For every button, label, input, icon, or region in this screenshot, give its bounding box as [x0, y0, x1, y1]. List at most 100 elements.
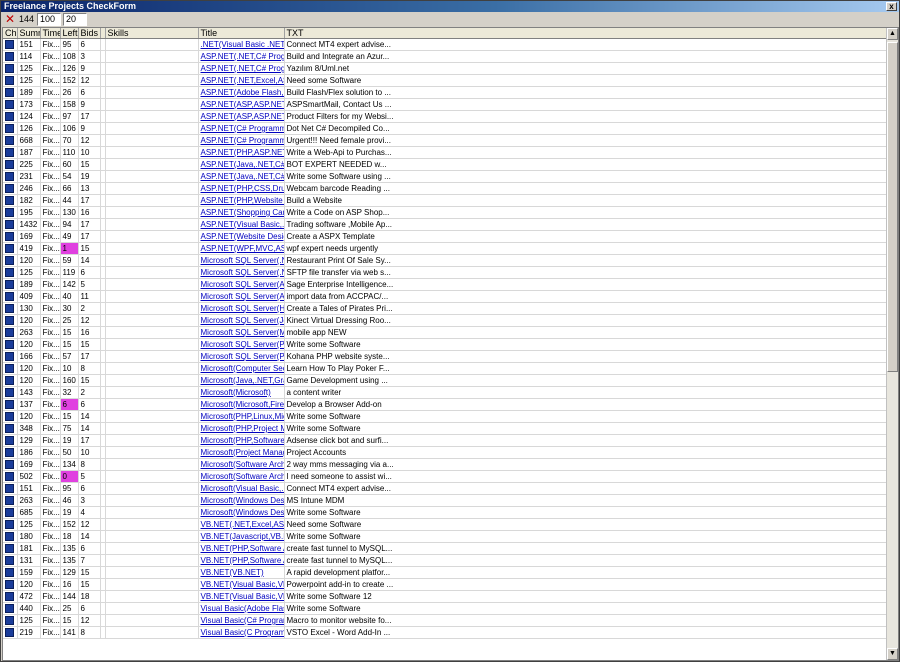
row-checkbox-cell[interactable]: [3, 314, 18, 327]
row-checkbox[interactable]: [5, 508, 14, 518]
title-cell[interactable]: Microsoft(Windows Desktop,S...: [198, 506, 285, 519]
table-row[interactable]: 182Fix...4417 ASP.NET(PHP,Website Desig..…: [3, 194, 888, 207]
row-checkbox-cell[interactable]: [3, 290, 18, 303]
row-checkbox[interactable]: [5, 544, 14, 554]
title-cell[interactable]: ASP.NET(Java,.NET,C# Progr...: [198, 158, 285, 171]
title-cell[interactable]: Microsoft SQL Server(Accounti...: [198, 290, 285, 303]
row-checkbox[interactable]: [5, 484, 14, 494]
title-cell[interactable]: ASP.NET(Website Design,Gra...: [198, 230, 285, 243]
row-checkbox[interactable]: [5, 556, 14, 566]
table-row[interactable]: 231Fix...5419 ASP.NET(Java,.NET,C# Progr.…: [3, 170, 888, 183]
title-cell[interactable]: VB.NET(PHP,Software Archite...: [198, 542, 285, 555]
table-row[interactable]: 409Fix...4011 Microsoft SQL Server(Accoun…: [3, 290, 888, 303]
table-row[interactable]: 120Fix...5914 Microsoft SQL Server(.NET,C…: [3, 254, 888, 267]
row-checkbox[interactable]: [5, 292, 14, 302]
row-checkbox-cell[interactable]: [3, 242, 18, 255]
row-checkbox[interactable]: [5, 232, 14, 242]
table-row[interactable]: 169Fix...4917 ASP.NET(Website Design,Gra.…: [3, 230, 888, 243]
table-row[interactable]: 169Fix...1348 Microsoft(Software Architec…: [3, 458, 888, 471]
row-checkbox-cell[interactable]: [3, 218, 18, 231]
column-header-summ[interactable]: Summ: [17, 28, 41, 39]
row-checkbox-cell[interactable]: [3, 446, 18, 459]
row-checkbox[interactable]: [5, 196, 14, 206]
column-header-txt[interactable]: TXT: [284, 28, 888, 39]
row-checkbox-cell[interactable]: [3, 362, 18, 375]
row-checkbox[interactable]: [5, 472, 14, 482]
table-row[interactable]: 120Fix...16015 Microsoft(Java,.NET,Graphi…: [3, 374, 888, 387]
row-checkbox[interactable]: [5, 580, 14, 590]
row-checkbox-cell[interactable]: [3, 278, 18, 291]
table-row[interactable]: 126Fix...1069 ASP.NET(C# Programming,AS..…: [3, 122, 888, 135]
title-cell[interactable]: Microsoft(Java,.NET,Graphic D...: [198, 374, 285, 387]
title-cell[interactable]: Microsoft(PHP,Linux,Microsoft...: [198, 410, 285, 423]
row-checkbox[interactable]: [5, 328, 14, 338]
title-cell[interactable]: Microsoft(Computer Security,Te...: [198, 362, 285, 375]
table-row[interactable]: 120Fix...108 Microsoft(Computer Security,…: [3, 362, 888, 375]
row-checkbox-cell[interactable]: [3, 470, 18, 483]
row-checkbox[interactable]: [5, 340, 14, 350]
row-checkbox[interactable]: [5, 268, 14, 278]
title-cell[interactable]: Microsoft SQL Server(Mobile P...: [198, 326, 285, 339]
title-cell[interactable]: Microsoft SQL Server(.NET,C#...: [198, 254, 285, 267]
table-row[interactable]: 159 Fix... 129 15 VB.NET(VB.NET) A rapid deve…: [3, 566, 888, 579]
close-button[interactable]: x: [886, 2, 897, 11]
row-checkbox-cell[interactable]: [3, 554, 18, 567]
table-row[interactable]: 125Fix...15212 VB.NET(.NET,Excel,ASP.NET,…: [3, 518, 888, 531]
table-row[interactable]: 131Fix...1357 VB.NET(PHP,Software Archite…: [3, 554, 888, 567]
row-checkbox[interactable]: [5, 76, 14, 86]
row-checkbox-cell[interactable]: [3, 614, 18, 627]
table-row[interactable]: 151Fix...956 Microsoft(Visual Basic,.NET,…: [3, 482, 888, 495]
row-checkbox[interactable]: [5, 400, 14, 410]
row-checkbox[interactable]: [5, 460, 14, 470]
title-cell[interactable]: VB.NET(PHP,Software Archite...: [198, 554, 285, 567]
title-cell[interactable]: Microsoft(Microsoft): [198, 386, 285, 399]
row-checkbox-cell[interactable]: [3, 626, 18, 639]
row-checkbox-cell[interactable]: [3, 326, 18, 339]
table-row[interactable]: 114Fix...1083 ASP.NET(.NET,C# Programming…: [3, 50, 888, 63]
title-cell[interactable]: Microsoft SQL Server(Accounti...: [198, 278, 285, 291]
row-checkbox[interactable]: [5, 40, 14, 50]
table-row[interactable]: 1432Fix...9417 ASP.NET(Visual Basic,.NET,…: [3, 218, 888, 231]
table-row[interactable]: 181Fix...1356 VB.NET(PHP,Software Archite…: [3, 542, 888, 555]
title-cell[interactable]: VB.NET(VB.NET): [198, 566, 285, 579]
table-row[interactable]: 130Fix...302 Microsoft SQL Server(HTML,W.…: [3, 302, 888, 315]
title-cell[interactable]: VB.NET(Visual Basic,VB.NET): [198, 590, 285, 603]
title-cell[interactable]: Microsoft SQL Server(.NET,Sof...: [198, 266, 285, 279]
table-row[interactable]: 125Fix...1512 Visual Basic(C# Programming…: [3, 614, 888, 627]
table-row[interactable]: 125Fix...15212 ASP.NET(.NET,Excel,ASP.NE.…: [3, 74, 888, 87]
row-checkbox-cell[interactable]: [3, 458, 18, 471]
table-row[interactable]: 219Fix...1418 Visual Basic(C Programming,…: [3, 626, 888, 639]
row-checkbox-cell[interactable]: [3, 494, 18, 507]
title-cell[interactable]: .NET(Visual Basic .NET,SQL,S...: [198, 38, 285, 51]
row-checkbox-cell[interactable]: [3, 62, 18, 75]
row-checkbox-cell[interactable]: [3, 386, 18, 399]
title-cell[interactable]: Microsoft(PHP,Software Archit...: [198, 434, 285, 447]
title-cell[interactable]: ASP.NET(Shopping Carts,Soft...: [198, 206, 285, 219]
row-checkbox-cell[interactable]: [3, 50, 18, 63]
table-row[interactable]: 189Fix...1425 Microsoft SQL Server(Accoun…: [3, 278, 888, 291]
title-cell[interactable]: Microsoft(Visual Basic,.NET,S...: [198, 482, 285, 495]
title-cell[interactable]: Microsoft(Project Management...: [198, 446, 285, 459]
row-checkbox[interactable]: [5, 100, 14, 110]
title-cell[interactable]: ASP.NET(ASP,ASP.NET,Java...: [198, 98, 285, 111]
table-row[interactable]: 173Fix...1589 ASP.NET(ASP,ASP.NET,Java...…: [3, 98, 888, 111]
row-checkbox-cell[interactable]: [3, 530, 18, 543]
title-cell[interactable]: ASP.NET(.NET,C# Programming,...: [198, 62, 285, 75]
title-cell[interactable]: ASP.NET(.NET,Excel,ASP.NE...: [198, 74, 285, 87]
title-cell[interactable]: ASP.NET(PHP,Website Desig...: [198, 194, 285, 207]
row-checkbox[interactable]: [5, 628, 14, 638]
row-checkbox[interactable]: [5, 424, 14, 434]
limit-input[interactable]: 20: [63, 13, 87, 26]
table-row[interactable]: 120Fix...2512 Microsoft SQL Server(Joomla…: [3, 314, 888, 327]
title-cell[interactable]: ASP.NET(PHP,CSS,Drupal,HT...: [198, 182, 285, 195]
row-checkbox-cell[interactable]: [3, 350, 18, 363]
row-checkbox-cell[interactable]: [3, 410, 18, 423]
row-checkbox-cell[interactable]: [3, 134, 18, 147]
title-cell[interactable]: Visual Basic(Adobe Flash,Visua...: [198, 602, 285, 615]
table-row[interactable]: 348Fix...7514 Microsoft(PHP,Project Manag…: [3, 422, 888, 435]
title-cell[interactable]: Visual Basic(C Programming,Vi...: [198, 626, 285, 639]
title-cell[interactable]: ASP.NET(.NET,C# Programming,...: [198, 50, 285, 63]
title-cell[interactable]: ASP.NET(Java,.NET,C# Progr...: [198, 170, 285, 183]
table-row[interactable]: 263Fix...463 Microsoft(Windows Desktop,E.…: [3, 494, 888, 507]
vertical-scrollbar[interactable]: ▲ ▼: [886, 28, 898, 660]
